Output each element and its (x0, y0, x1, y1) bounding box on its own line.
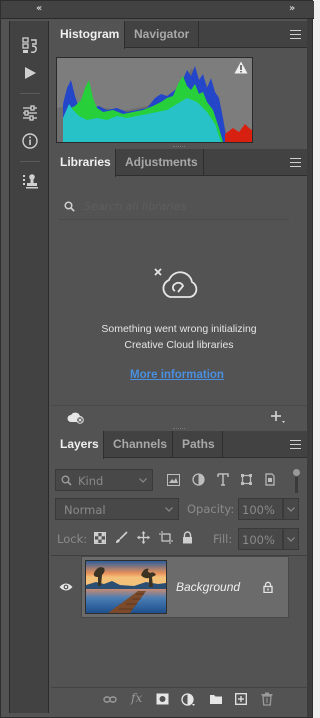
layer-style-fx-icon[interactable]: fx (131, 691, 142, 705)
histogram-panel: Histogram Navigator (51, 21, 307, 147)
lock-position-icon[interactable] (137, 531, 150, 544)
lock-label: Lock: (57, 532, 88, 546)
more-info-wrap: More information (51, 368, 303, 381)
lock-image-pixels-icon[interactable] (115, 531, 128, 544)
tab-navigator[interactable]: Navigator (125, 21, 199, 48)
chevron-down-icon (139, 478, 147, 483)
error-line-2: Creative Cloud libraries (124, 339, 234, 351)
fill-dropdown[interactable] (283, 528, 299, 550)
fill-value: 100% (242, 533, 275, 547)
tab-layers[interactable]: Layers (51, 431, 104, 459)
lock-all-icon[interactable] (182, 531, 193, 544)
filter-pixel-icon[interactable] (167, 474, 180, 486)
filter-toggle-switch[interactable] (292, 469, 300, 493)
layers-bottom-toolbar: fx (51, 687, 307, 711)
layer-lock-icon[interactable] (263, 581, 273, 593)
tab-adjustments[interactable]: Adjustments (116, 149, 204, 176)
opacity-label: Opacity: (187, 502, 235, 516)
chevron-down-icon (287, 507, 295, 512)
libraries-panel: Libraries Adjustments Search all librari… (51, 146, 307, 427)
info-icon[interactable] (18, 129, 42, 153)
layer-row-selected[interactable]: Background (81, 556, 289, 618)
panel-menu-icon[interactable] (290, 158, 301, 167)
lock-transparent-pixels-icon[interactable] (94, 532, 106, 544)
fill-label: Fill: (213, 532, 233, 546)
cloud-error-icon (154, 267, 202, 301)
lock-artboard-icon[interactable] (159, 531, 173, 544)
filter-type-icon[interactable] (217, 473, 229, 486)
filter-shape-icon[interactable] (240, 473, 253, 486)
history-icon[interactable] (18, 33, 42, 57)
histogram-tabbar: Histogram Navigator (51, 21, 307, 49)
eye-icon (59, 583, 73, 591)
panel-dock: ‹‹ ›› Histogram Navigator Libraries Adju… (0, 0, 314, 718)
panel-menu-icon[interactable] (290, 440, 301, 449)
strip-separator (20, 93, 40, 94)
strip-separator (20, 161, 40, 162)
libraries-tabbar: Libraries Adjustments (51, 149, 307, 177)
library-search-field[interactable]: Search all libraries (59, 194, 289, 220)
dock-top-strip: ‹‹ ›› (1, 1, 314, 19)
new-group-folder-icon[interactable] (209, 693, 223, 705)
panel-menu-icon[interactable] (290, 30, 301, 39)
visibility-toggle[interactable] (51, 556, 79, 620)
library-error-message: Something went wrong initializing Creati… (51, 321, 307, 353)
layer-filter-kind-select[interactable]: Kind (55, 469, 153, 491)
blend-mode-value: Normal (64, 503, 106, 517)
histogram-plot (57, 66, 252, 142)
blend-mode-select[interactable]: Normal (55, 498, 179, 520)
add-mask-icon[interactable] (156, 693, 169, 705)
libraries-footer (51, 405, 307, 427)
layer-name[interactable]: Background (176, 580, 240, 594)
histogram-graph (56, 57, 253, 143)
expand-right-chevron-icon[interactable]: ›› (289, 3, 295, 14)
layer-thumbnail (85, 560, 167, 614)
cloud-sync-icon[interactable] (67, 411, 85, 424)
opacity-dropdown[interactable] (283, 498, 299, 520)
landscape-thumbnail-image (86, 561, 166, 613)
chevron-down-icon (287, 537, 295, 542)
new-layer-icon[interactable] (235, 693, 247, 705)
error-line-1: Something went wrong initializing (101, 323, 257, 335)
search-icon (64, 201, 75, 212)
dock-right-edge (307, 19, 312, 717)
adjust-sliders-icon[interactable] (18, 101, 42, 125)
filter-smart-object-icon[interactable] (263, 473, 276, 486)
clone-source-icon[interactable] (18, 169, 42, 193)
layers-tabbar: Layers Channels Paths (51, 431, 307, 459)
opacity-input[interactable]: 100% (238, 498, 283, 520)
tab-paths[interactable]: Paths (173, 431, 223, 458)
new-adjustment-layer-icon[interactable] (181, 693, 196, 707)
search-icon (61, 475, 72, 486)
fill-input[interactable]: 100% (238, 528, 283, 550)
tab-histogram[interactable]: Histogram (51, 21, 125, 49)
tab-libraries[interactable]: Libraries (51, 149, 116, 177)
trash-icon[interactable] (261, 692, 273, 706)
collapsed-panel-strip (9, 21, 49, 713)
layer-row-background[interactable]: Background (51, 555, 307, 619)
more-information-link[interactable]: More information (130, 369, 224, 381)
filter-kind-value: Kind (78, 474, 104, 488)
add-icon[interactable] (270, 410, 286, 424)
chevron-down-icon (165, 507, 173, 512)
warning-triangle-icon[interactable] (234, 61, 248, 74)
tab-channels[interactable]: Channels (104, 431, 173, 458)
layers-panel: Layers Channels Paths Kind Normal Opacit… (51, 428, 307, 713)
opacity-value: 100% (242, 503, 275, 517)
filter-adjustment-icon[interactable] (192, 473, 205, 486)
collapse-left-chevron-icon[interactable]: ‹‹ (36, 3, 42, 14)
link-layers-icon[interactable] (103, 695, 117, 704)
play-action-icon[interactable] (18, 61, 42, 85)
search-placeholder: Search all libraries (84, 200, 187, 213)
